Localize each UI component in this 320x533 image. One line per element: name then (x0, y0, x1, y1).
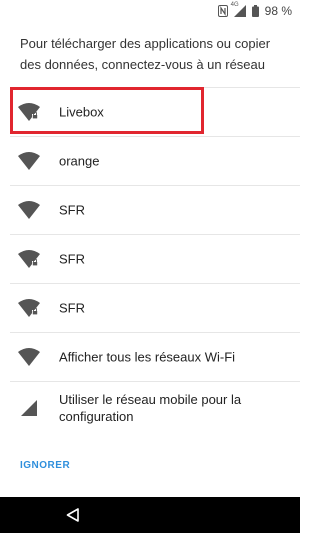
wifi-lock-icon (18, 299, 40, 317)
use-mobile-network-item[interactable]: Utiliser le réseau mobile pour la config… (0, 382, 300, 434)
signal-4g-icon: 4G (230, 2, 246, 17)
network-item-sfr-2[interactable]: SFR (0, 235, 300, 283)
network-label: Livebox (59, 104, 104, 120)
wifi-lock-icon (18, 250, 40, 268)
network-item-sfr-1[interactable]: SFR (0, 186, 300, 234)
intro-text: Pour télécharger des applications ou cop… (20, 36, 271, 72)
status-icons: 4G 98 % (217, 2, 292, 18)
wifi-icon (18, 201, 40, 219)
show-all-wifi-item[interactable]: Afficher tous les réseaux Wi-Fi (0, 333, 300, 381)
network-item-livebox[interactable]: Livebox (0, 88, 300, 136)
wifi-icon (18, 348, 40, 366)
mobile-signal-icon (18, 399, 40, 417)
wifi-icon (18, 152, 40, 170)
use-mobile-network-label: Utiliser le réseau mobile pour la config… (59, 392, 242, 424)
network-label: SFR (59, 251, 85, 267)
back-icon[interactable] (66, 508, 80, 527)
status-bar: 4G 98 % (0, 0, 300, 24)
network-type-label: 4G (230, 2, 239, 8)
battery-icon (251, 5, 259, 17)
network-label: SFR (59, 202, 85, 218)
battery-percent: 98 % (264, 4, 292, 18)
network-item-sfr-3[interactable]: SFR (0, 284, 300, 332)
network-label: SFR (59, 300, 85, 316)
show-all-wifi-label: Afficher tous les réseaux Wi-Fi (59, 349, 236, 365)
network-list: Livebox orange SFR SFR SFR Afficher tous… (0, 87, 300, 434)
network-item-orange[interactable]: orange (0, 137, 300, 185)
navigation-bar (0, 497, 300, 533)
skip-button[interactable]: IGNORER (20, 460, 70, 471)
network-label: orange (59, 153, 100, 169)
wifi-lock-icon (18, 103, 40, 121)
nfc-icon (217, 5, 228, 17)
